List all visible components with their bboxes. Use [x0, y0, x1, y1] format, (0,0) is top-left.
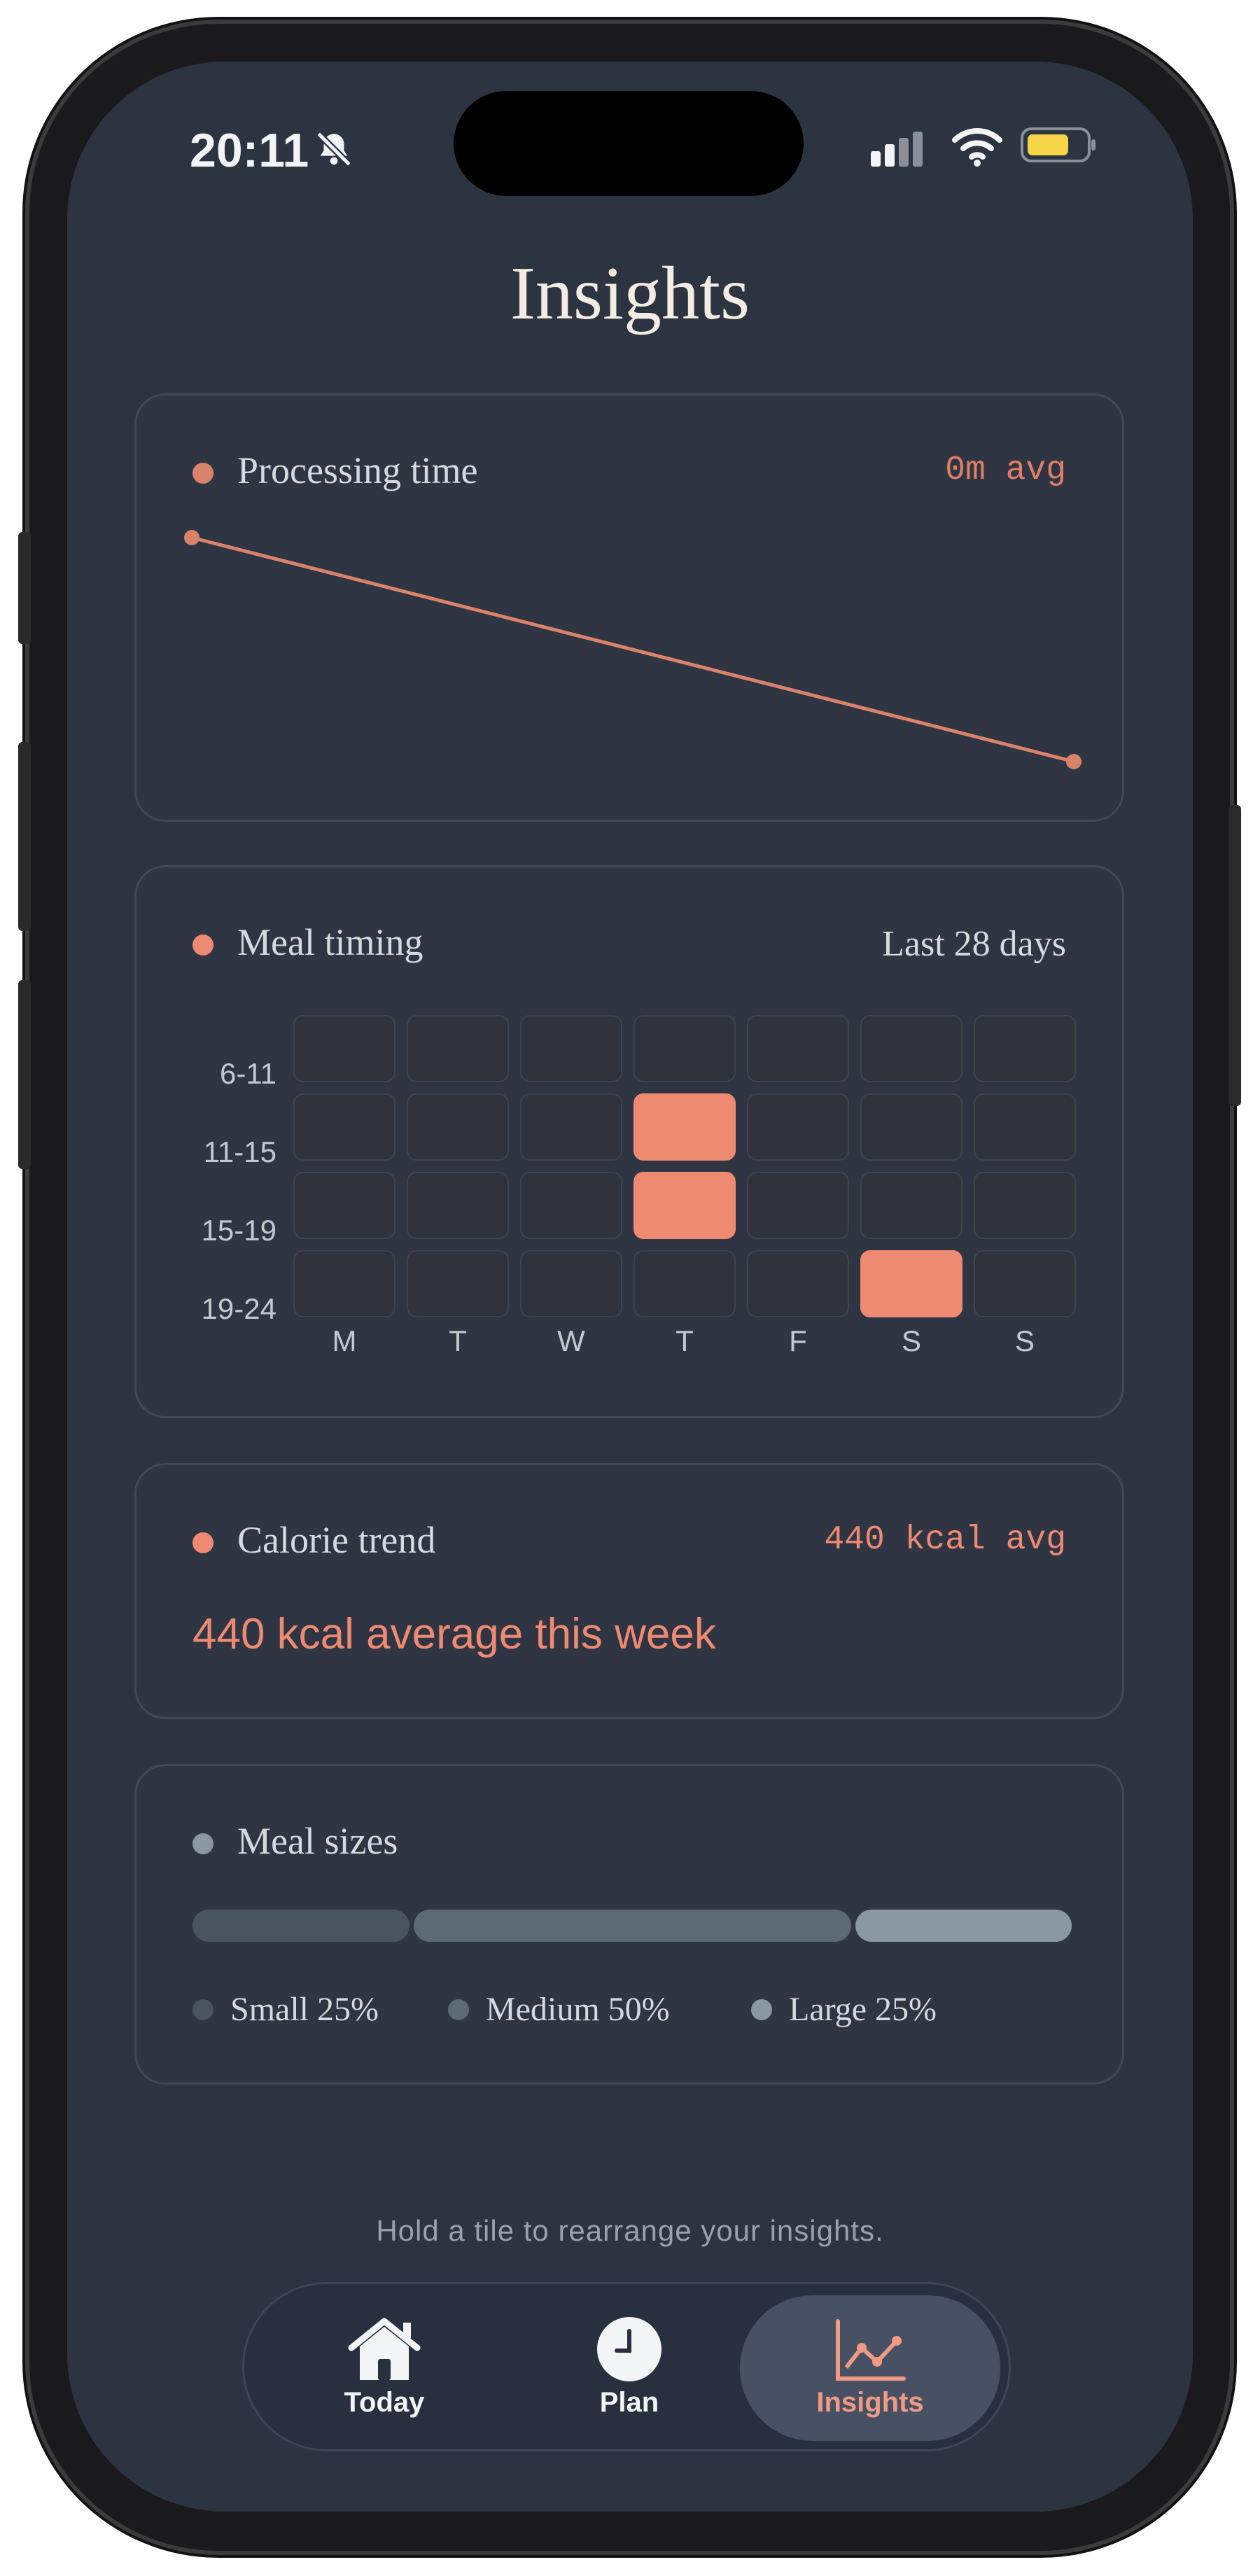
legend-dot: [192, 1998, 214, 2020]
legend-dot: [751, 1998, 772, 2020]
tab-bar: Today Plan Insights: [242, 2282, 1011, 2451]
heatmap-col-label: S: [901, 1324, 921, 1357]
legend-label: Large 25%: [789, 1991, 937, 2028]
tab-label: Insights: [816, 2386, 924, 2418]
heatmap-row-label: 6-11: [220, 1057, 276, 1090]
heatmap-cell: [293, 1172, 396, 1239]
heatmap-col-label: T: [449, 1324, 467, 1357]
heatmap-cell: [747, 1093, 849, 1161]
heatmap-cell: [747, 1250, 849, 1317]
legend-item: Small 25%: [192, 1990, 379, 2029]
heatmap-cell: [860, 1015, 962, 1082]
heatmap-cell: [520, 1172, 622, 1239]
rearrange-hint: Hold a tile to rearrange your insights.: [376, 2214, 884, 2247]
heatmap-cell: [974, 1250, 1076, 1317]
screen: 20:11 Insights Processing time 0m avg Me…: [67, 62, 1193, 2512]
dynamic-island: [454, 91, 804, 196]
heatmap-cell: [747, 1172, 849, 1239]
tab-insights[interactable]: Insights: [740, 2295, 1000, 2441]
page-title: Insights: [510, 252, 750, 335]
power-button: [1228, 805, 1241, 1106]
heatmap-col-label: F: [789, 1324, 807, 1357]
heatmap-cell: [974, 1015, 1076, 1082]
legend-label: Small 25%: [230, 1991, 379, 2028]
legend-item: Medium 50%: [448, 1990, 670, 2029]
house-icon: [348, 2318, 421, 2380]
card-meta: 440 kcal avg: [824, 1521, 1066, 1559]
card-dot: [192, 1532, 214, 1553]
signal-icon: [871, 132, 923, 167]
meal-sizes-card[interactable]: Meal sizes Small 25% Medium 50% Large 25%: [134, 1764, 1124, 2085]
card-dot: [192, 934, 214, 955]
heatmap-cell-active: [860, 1250, 962, 1317]
heatmap-cell: [974, 1172, 1076, 1239]
tab-today[interactable]: Today: [300, 2284, 468, 2449]
heatmap-cell: [407, 1172, 509, 1239]
data-point: [1066, 754, 1082, 769]
card-title: Meal sizes: [237, 1820, 398, 1862]
legend-item: Large 25%: [751, 1990, 937, 2029]
heatmap-cell: [520, 1093, 622, 1161]
heatmap-row-label: 11-15: [203, 1135, 276, 1168]
heatmap-cell: [520, 1250, 622, 1317]
bell-slash-icon: [316, 131, 352, 167]
card-dot: [192, 1833, 214, 1854]
processing-line-chart: [184, 530, 1082, 769]
calorie-trend-card[interactable]: Calorie trend 440 kcal avg 440 kcal aver…: [134, 1463, 1124, 1719]
legend-label: Medium 50%: [486, 1991, 670, 2028]
heatmap-cell: [293, 1015, 396, 1082]
heatmap-cell: [634, 1250, 736, 1317]
heatmap-cell-active: [634, 1172, 736, 1239]
tab-label: Today: [344, 2386, 425, 2418]
legend-dot: [448, 1998, 469, 2020]
meal-timing-card[interactable]: Meal timing Last 28 days 6-11 11-15 15-19 1…: [134, 865, 1124, 1418]
calorie-summary: 440 kcal average this week: [192, 1610, 716, 1658]
heatmap-cell: [407, 1015, 509, 1082]
heatmap-cell: [860, 1172, 962, 1239]
size-segment: [192, 1910, 410, 1942]
heatmap-cell: [747, 1015, 849, 1082]
heatmap-col-label: S: [1014, 1324, 1035, 1357]
processing-time-card[interactable]: Processing time 0m avg: [134, 393, 1124, 822]
heatmap-row-label: 19-24: [201, 1292, 276, 1325]
chart-icon: [836, 2318, 906, 2381]
heatmap-cell: [520, 1015, 622, 1082]
heatmap-cell: [407, 1250, 509, 1317]
volume-down-button: [18, 980, 31, 1169]
heatmap-cell: [407, 1093, 509, 1161]
heatmap-cell-active: [634, 1093, 736, 1161]
heatmap-cell: [293, 1093, 396, 1161]
wifi-icon: [952, 128, 1002, 167]
card-title: Meal timing: [237, 921, 424, 963]
action-button: [18, 532, 31, 644]
heatmap-row-label: 15-19: [201, 1214, 276, 1247]
card-title: Calorie trend: [237, 1519, 436, 1561]
battery-icon: [1021, 127, 1096, 162]
heatmap-col-label: W: [557, 1324, 585, 1357]
volume-up-button: [18, 742, 31, 931]
size-segment: [855, 1910, 1072, 1942]
card-meta: Last 28 days: [882, 924, 1066, 964]
tab-plan[interactable]: Plan: [545, 2284, 713, 2449]
heatmap-col-label: M: [332, 1324, 357, 1357]
heatmap-cell: [634, 1015, 736, 1082]
status-time: 20:11: [190, 124, 309, 177]
data-point: [184, 530, 200, 545]
size-segment: [413, 1910, 851, 1942]
heatmap-cell: [293, 1250, 396, 1317]
clock-icon: [597, 2316, 662, 2381]
heatmap-cell: [860, 1093, 962, 1161]
tab-label: Plan: [599, 2386, 659, 2418]
heatmap-cell: [974, 1093, 1076, 1161]
heatmap-col-label: T: [676, 1324, 694, 1357]
series-line: [191, 536, 1074, 764]
